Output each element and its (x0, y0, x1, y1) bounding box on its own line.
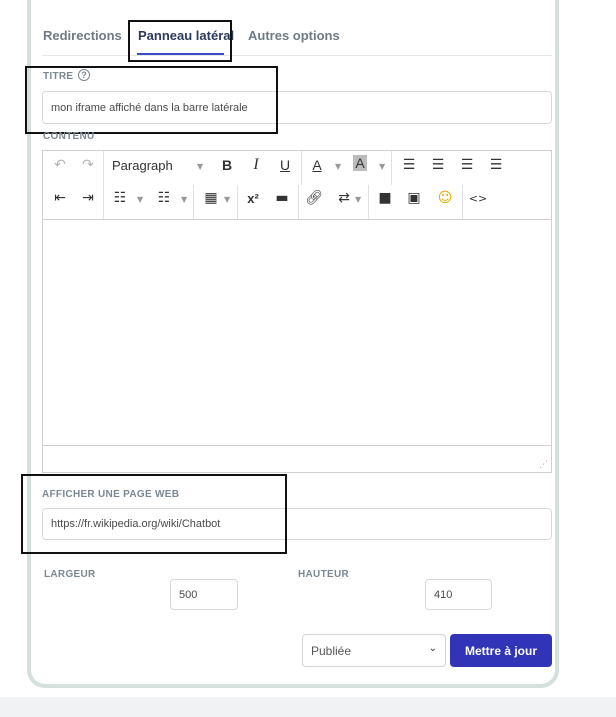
bullet-list-icon[interactable]: ☷ (110, 188, 130, 208)
width-value: 500 (179, 588, 198, 601)
height-value: 410 (434, 588, 453, 601)
align-right-icon[interactable]: ☰ (457, 155, 477, 175)
folder-icon[interactable]: ■ (375, 188, 395, 208)
link-icon[interactable]: 🔗︎ (304, 188, 324, 208)
width-input[interactable]: 500 (170, 579, 238, 610)
width-label: LARGEUR (44, 569, 96, 580)
height-label: HAUTEUR (298, 569, 349, 580)
image-icon[interactable]: ▣ (404, 188, 424, 208)
chevron-down-icon: ▼ (137, 195, 144, 204)
chevron-down-icon: ▼ (335, 162, 342, 171)
toolbar-separator (301, 151, 302, 185)
chevron-down-icon: ▼ (355, 195, 362, 204)
embed-icon[interactable]: ⇄ (334, 188, 354, 208)
update-button[interactable]: Mettre à jour (450, 634, 552, 667)
align-justify-icon[interactable]: ☰ (486, 155, 506, 175)
toolbar-separator (368, 185, 369, 219)
bold-button[interactable]: B (217, 155, 237, 175)
status-select[interactable]: Publiée ⌄ (302, 634, 446, 667)
tabs-divider (42, 55, 552, 56)
tab-autres-options[interactable]: Autres options (248, 28, 340, 43)
editor-statusbar: ⋰ (43, 445, 551, 473)
highlight-box-tab (128, 20, 232, 62)
rich-text-editor[interactable]: ↶ ↷ Paragraph ▼ B I U A ▼ A ▼ ☰ ☰ ☰ ☰ ⇤ … (42, 150, 552, 473)
indent-icon[interactable]: ⇥ (78, 188, 98, 208)
underline-button[interactable]: U (275, 155, 295, 175)
content-label: CONTENU (43, 131, 95, 142)
chevron-down-icon: ▼ (379, 162, 386, 171)
toolbar-separator (193, 185, 194, 219)
toolbar-separator (298, 185, 299, 219)
format-select[interactable]: Paragraph (112, 158, 173, 173)
toolbar-separator (103, 185, 104, 219)
resize-handle-icon[interactable]: ⋰ (539, 460, 548, 470)
emoji-icon[interactable]: ☺ (435, 188, 455, 208)
redo-icon[interactable]: ↷ (78, 155, 98, 175)
background-color-button[interactable]: A (353, 155, 367, 171)
toolbar-separator (103, 151, 104, 185)
tab-redirections[interactable]: Redirections (43, 28, 122, 43)
italic-button[interactable]: I (246, 155, 266, 175)
editor-toolbar: ↶ ↷ Paragraph ▼ B I U A ▼ A ▼ ☰ ☰ ☰ ☰ ⇤ … (43, 151, 551, 220)
chevron-down-icon: ▼ (181, 195, 188, 204)
source-code-icon[interactable]: <> (468, 188, 488, 208)
chevron-down-icon: ⌄ (428, 643, 437, 654)
toolbar-separator (237, 185, 238, 219)
highlight-box-title (25, 66, 278, 134)
height-input[interactable]: 410 (425, 579, 492, 610)
highlight-box-webpage (21, 474, 287, 554)
outdent-icon[interactable]: ⇤ (50, 188, 70, 208)
undo-icon[interactable]: ↶ (50, 155, 70, 175)
align-center-icon[interactable]: ☰ (428, 155, 448, 175)
toolbar-separator (462, 185, 463, 219)
chevron-down-icon: ▼ (197, 162, 204, 171)
horizontal-line-icon[interactable]: ▬ (272, 188, 292, 208)
superscript-button[interactable]: x² (243, 188, 263, 208)
chevron-down-icon: ▼ (224, 195, 231, 204)
page-footer-band (0, 697, 616, 717)
text-color-button[interactable]: A (307, 155, 327, 175)
align-left-icon[interactable]: ☰ (399, 155, 419, 175)
numbered-list-icon[interactable]: ☷ (154, 188, 174, 208)
toolbar-separator (391, 151, 392, 185)
status-select-value: Publiée (311, 643, 352, 658)
table-icon[interactable]: ▦ (201, 188, 221, 208)
